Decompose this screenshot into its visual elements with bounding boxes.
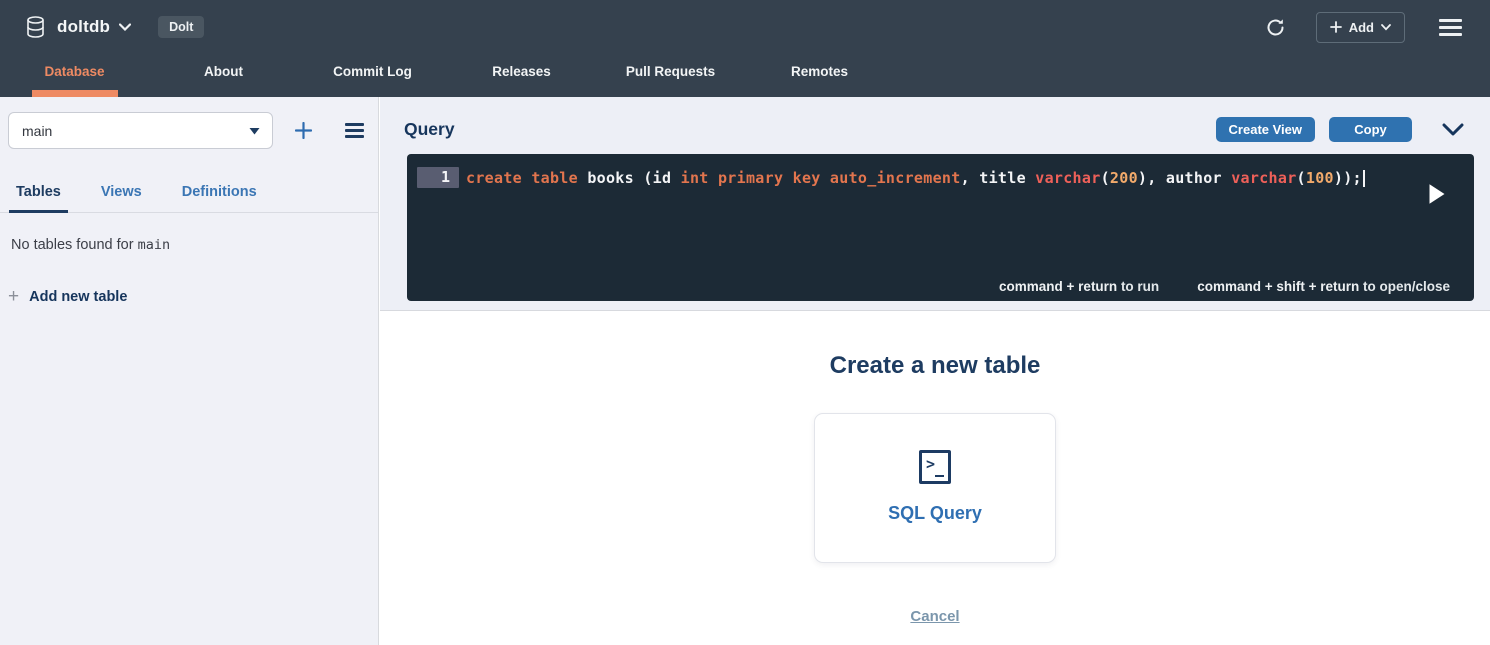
collapse-chevron-down-icon[interactable] <box>1442 123 1464 136</box>
sidebar-tab-tables[interactable]: Tables <box>16 184 61 212</box>
add-branch-icon[interactable] <box>295 122 312 139</box>
sql-query-card[interactable]: > SQL Query <box>814 413 1056 563</box>
create-view-button[interactable]: Create View <box>1216 117 1315 142</box>
copy-button[interactable]: Copy <box>1329 117 1412 142</box>
dolt-badge: Dolt <box>158 16 204 38</box>
branch-row: main <box>0 97 378 149</box>
run-query-play-icon[interactable] <box>1428 183 1446 209</box>
database-caret-down-icon[interactable] <box>119 23 131 31</box>
database-name[interactable]: doltdb <box>57 17 110 37</box>
create-table-section: Create a new table > SQL Query Cancel <box>380 352 1490 626</box>
code-text[interactable]: create table books (id int primary key a… <box>466 169 1365 187</box>
tab-releases[interactable]: Releases <box>447 54 596 97</box>
query-actions: Create View Copy <box>1216 117 1464 142</box>
sidebar: main Tables Views Definitions No tables … <box>0 97 379 645</box>
tab-commit-log[interactable]: Commit Log <box>298 54 447 97</box>
app-header: doltdb Dolt Add <box>0 0 1490 97</box>
dolt-workbench: doltdb Dolt Add <box>0 0 1490 645</box>
sql-editor[interactable]: 1 create table books (id int primary key… <box>407 154 1474 301</box>
no-tables-message: No tables found for main <box>0 213 378 253</box>
add-button[interactable]: Add <box>1316 12 1405 43</box>
header-nav-tabs: Database About Commit Log Releases Pull … <box>0 54 1490 97</box>
no-tables-branch-name: main <box>138 237 171 253</box>
sidebar-tab-definitions[interactable]: Definitions <box>182 184 257 212</box>
query-panel-header: Query Create View Copy <box>380 97 1490 154</box>
tab-pull-requests[interactable]: Pull Requests <box>596 54 745 97</box>
header-top-row: doltdb Dolt Add <box>0 0 1490 54</box>
add-new-table-label: Add new table <box>29 289 127 305</box>
create-table-title: Create a new table <box>380 352 1490 380</box>
menu-icon[interactable] <box>1439 19 1462 36</box>
run-shortcut-hint: command + return to run <box>999 279 1159 294</box>
branch-caret-down-icon <box>249 127 260 135</box>
plus-icon: + <box>8 290 19 304</box>
add-new-table-button[interactable]: + Add new table <box>8 289 378 305</box>
header-actions: Add <box>1265 12 1462 43</box>
sql-query-card-label: SQL Query <box>888 503 982 524</box>
editor-shortcut-hints: command + return to run command + shift … <box>999 279 1450 294</box>
code-line: 1 create table books (id int primary key… <box>407 154 1474 188</box>
tab-remotes[interactable]: Remotes <box>745 54 894 97</box>
terminal-icon: > <box>919 450 951 484</box>
add-caret-down-icon <box>1381 24 1391 31</box>
branch-selector[interactable]: main <box>8 112 273 149</box>
main-content: Query Create View Copy 1 create table bo… <box>380 97 1490 645</box>
tab-about[interactable]: About <box>149 54 298 97</box>
refresh-icon[interactable] <box>1265 17 1286 38</box>
cancel-link[interactable]: Cancel <box>910 608 959 625</box>
line-number: 1 <box>417 167 459 188</box>
database-icon <box>26 16 45 38</box>
toggle-shortcut-hint: command + shift + return to open/close <box>1197 279 1450 294</box>
add-button-label: Add <box>1349 20 1374 35</box>
branch-selector-value: main <box>22 123 249 139</box>
sidebar-tab-views[interactable]: Views <box>101 184 142 212</box>
sidebar-tabs: Tables Views Definitions <box>0 184 378 213</box>
tab-database[interactable]: Database <box>0 54 149 97</box>
query-panel: Query Create View Copy 1 create table bo… <box>380 97 1490 311</box>
branch-menu-icon[interactable] <box>345 123 364 138</box>
query-title: Query <box>404 119 455 140</box>
